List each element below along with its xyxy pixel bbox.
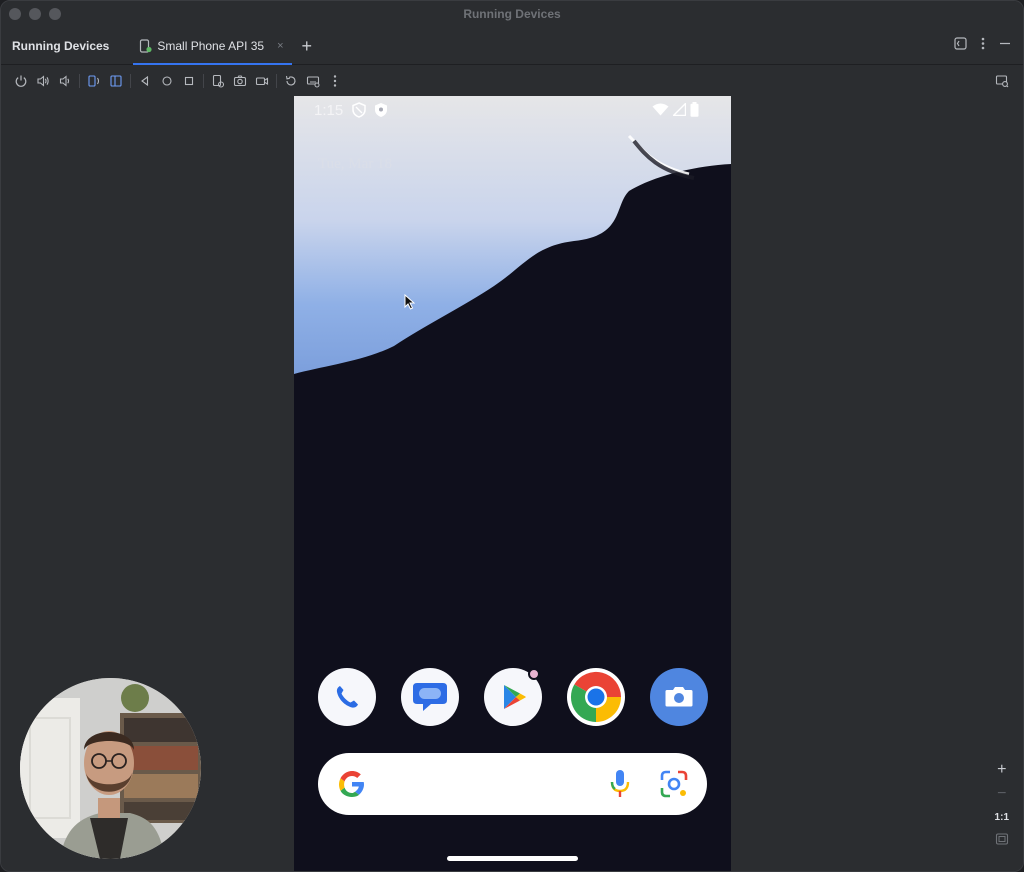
window-controls — [9, 8, 61, 20]
battery-icon — [690, 102, 699, 117]
mouse-cursor-icon — [404, 294, 415, 310]
options-menu-icon[interactable] — [981, 37, 985, 50]
power-button[interactable] — [10, 70, 32, 92]
fit-screen-icon[interactable] — [995, 832, 1009, 846]
play-store-app-icon — [504, 685, 526, 709]
overview-button[interactable] — [178, 70, 200, 92]
toolbar-separator — [276, 74, 277, 88]
tab-label: Small Phone API 35 — [157, 38, 265, 53]
close-window-button[interactable] — [9, 8, 21, 20]
home-button[interactable] — [156, 70, 178, 92]
tab-small-phone[interactable]: Small Phone API 35 × — [133, 27, 292, 65]
keyboard-button[interactable] — [302, 70, 324, 92]
rotate-right-button[interactable] — [105, 70, 127, 92]
device-manager-button[interactable] — [991, 70, 1013, 92]
home-icon — [162, 76, 172, 86]
app-dock — [318, 668, 708, 726]
device-toolbar — [1, 66, 1023, 96]
webcam-video — [20, 678, 201, 859]
volume-down-button[interactable] — [54, 70, 76, 92]
rotate-right-icon — [110, 75, 122, 87]
camera-app[interactable] — [650, 668, 708, 726]
notification-badge — [528, 668, 540, 680]
gesture-navigation-handle[interactable] — [447, 856, 578, 861]
more-icon — [333, 75, 337, 87]
messages-app[interactable] — [401, 668, 459, 726]
zoom-out-button[interactable]: − — [997, 784, 1006, 804]
rotate-left-icon — [88, 75, 100, 87]
google-logo-icon — [339, 771, 364, 797]
status-system-icons — [652, 102, 699, 117]
overview-icon — [184, 76, 194, 86]
power-icon — [15, 75, 27, 87]
screenshot-icon — [233, 75, 247, 87]
voice-search-mic-icon[interactable] — [609, 768, 631, 800]
more-actions-button[interactable] — [324, 70, 346, 92]
toolbar-separator — [130, 74, 131, 88]
zoom-window-button[interactable] — [49, 8, 61, 20]
volume-up-icon — [37, 75, 49, 87]
snapshot-icon — [212, 74, 225, 88]
tool-window-title: Running Devices — [12, 38, 110, 53]
wifi-icon — [652, 103, 669, 116]
camera-app-icon — [665, 687, 693, 707]
status-notifications — [352, 102, 388, 118]
phone-app-icon — [336, 686, 358, 708]
messages-app-icon — [413, 683, 447, 711]
title-bar: Running Devices — [1, 1, 1023, 27]
back-button[interactable] — [134, 70, 156, 92]
wallpaper — [294, 96, 731, 374]
phone-app[interactable] — [318, 668, 376, 726]
add-tab-button[interactable]: + — [302, 37, 313, 55]
chrome-app-icon — [567, 668, 625, 726]
device-selector-icon[interactable] — [954, 37, 967, 50]
cellular-signal-icon — [673, 103, 686, 116]
tab-row: Running Devices Small Phone API 35 × + — [1, 27, 1023, 65]
toolbar-separator — [203, 74, 204, 88]
zoom-controls: + − 1:1 — [995, 760, 1009, 846]
tool-window-actions — [954, 37, 1011, 50]
snapshot-button[interactable] — [207, 70, 229, 92]
reset-icon — [285, 75, 296, 86]
actual-size-button[interactable]: 1:1 — [995, 808, 1009, 828]
chrome-app[interactable] — [567, 668, 625, 726]
ide-window: Running Devices Running Devices Small Ph… — [0, 0, 1024, 872]
tab-close-button[interactable]: × — [277, 40, 283, 52]
volume-down-icon — [59, 75, 70, 87]
reset-button[interactable] — [280, 70, 302, 92]
hide-panel-icon[interactable] — [999, 37, 1011, 50]
keyboard-icon — [306, 76, 320, 88]
back-icon — [141, 75, 149, 87]
status-bar: 1:15 — [294, 96, 731, 124]
date-widget[interactable]: Tue, Mar 18 — [318, 156, 392, 173]
webcam-overlay — [20, 678, 201, 859]
window-title: Running Devices — [463, 7, 561, 21]
toolbar-separator — [79, 74, 80, 88]
google-search-bar[interactable] — [318, 753, 707, 815]
volume-up-button[interactable] — [32, 70, 54, 92]
screenshot-button[interactable] — [229, 70, 251, 92]
rotate-left-button[interactable] — [83, 70, 105, 92]
security-shield-icon — [375, 103, 387, 117]
minimize-window-button[interactable] — [29, 8, 41, 20]
device-screen[interactable]: 1:15 Tue, Mar 18 — [294, 96, 731, 871]
device-mirror-icon — [995, 75, 1009, 88]
device-icon — [140, 38, 152, 53]
vpn-shield-icon — [352, 102, 366, 118]
google-lens-icon[interactable] — [659, 769, 689, 799]
screen-record-button[interactable] — [251, 70, 273, 92]
zoom-in-button[interactable]: + — [997, 760, 1006, 780]
screen-record-icon — [255, 77, 269, 86]
play-store-app[interactable] — [484, 668, 542, 726]
status-time: 1:15 — [314, 102, 344, 119]
